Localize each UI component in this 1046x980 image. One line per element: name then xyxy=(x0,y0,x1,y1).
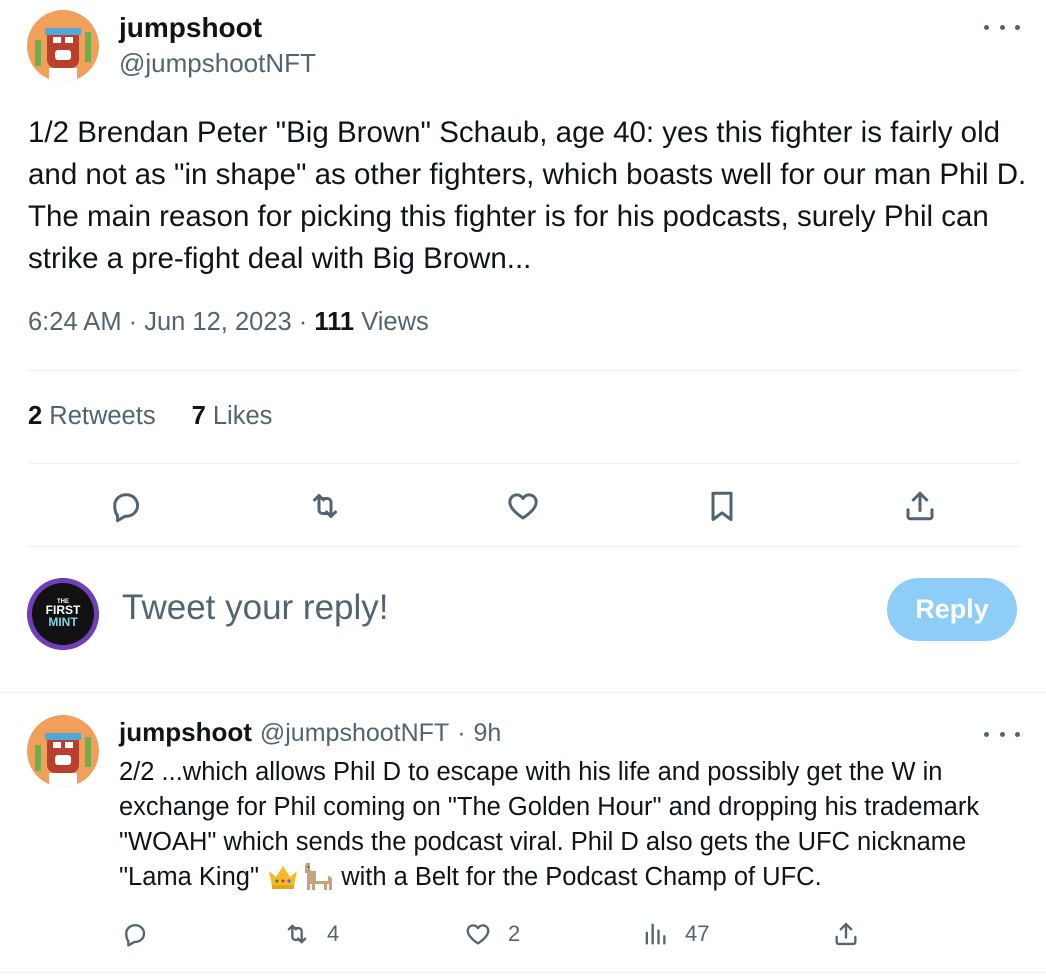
like-icon[interactable] xyxy=(503,486,543,526)
section-divider xyxy=(0,972,1046,973)
user-avatar[interactable]: THE FIRST MINT xyxy=(27,578,99,650)
reply-share-action[interactable] xyxy=(832,918,860,950)
divider xyxy=(28,370,1020,371)
reply-header: jumpshoot @jumpshootNFT · 9h xyxy=(119,717,501,748)
divider xyxy=(28,463,1020,464)
tweet-time[interactable]: 6:24 AM xyxy=(28,308,122,337)
avatar-logo-text: MINT xyxy=(48,615,78,629)
bookmark-icon[interactable] xyxy=(702,486,742,526)
reply-views-count: 47 xyxy=(685,921,710,946)
tweet-text: 1/2 Brendan Peter "Big Brown" Schaub, ag… xyxy=(28,116,1027,275)
reply-retweet-count: 4 xyxy=(327,921,340,946)
retweets-stat[interactable]: 2 Retweets xyxy=(28,402,156,431)
author-handle[interactable]: @jumpshootNFT xyxy=(119,48,316,79)
reply-text: 2/2 ...which allows Phil D to escape wit… xyxy=(119,755,1029,895)
tweet-stats: 2 Retweets 7 Likes xyxy=(28,402,272,431)
tweet-meta: 6:24 AM · Jun 12, 2023 · 111 Views xyxy=(28,308,429,337)
retweet-icon[interactable] xyxy=(305,486,345,526)
share-icon[interactable] xyxy=(900,486,940,526)
retweet-icon xyxy=(287,924,307,944)
reply-author-name[interactable]: jumpshoot xyxy=(119,717,252,748)
reply-author-handle[interactable]: @jumpshootNFT xyxy=(260,719,449,748)
reply-like-count: 2 xyxy=(508,921,521,946)
reply-text-part2: with a Belt for the Podcast Champ of UFC… xyxy=(341,863,822,891)
reply-retweet-action[interactable]: 4 xyxy=(283,918,339,950)
reply-reply-action[interactable] xyxy=(121,918,149,950)
reply-icon xyxy=(125,924,146,947)
likes-count: 7 xyxy=(191,402,206,430)
likes-stat[interactable]: 7 Likes xyxy=(192,402,273,431)
likes-label: Likes xyxy=(212,402,273,430)
reply-like-action[interactable]: 2 xyxy=(464,918,520,950)
reply-author-avatar[interactable] xyxy=(27,715,99,787)
reply-time[interactable]: 9h xyxy=(474,719,502,748)
author-name[interactable]: jumpshoot xyxy=(119,12,262,44)
more-options-icon[interactable] xyxy=(984,724,1020,744)
retweets-label: Retweets xyxy=(49,402,156,430)
reply-button[interactable]: Reply xyxy=(887,578,1017,641)
section-divider xyxy=(0,692,1046,693)
share-icon xyxy=(835,922,857,946)
views-label: Views xyxy=(361,308,429,336)
reply-views-action[interactable]: 47 xyxy=(641,918,709,950)
tweet-date[interactable]: Jun 12, 2023 xyxy=(144,308,291,337)
more-options-icon[interactable] xyxy=(984,17,1020,37)
views-count: 111 xyxy=(314,308,355,336)
author-avatar[interactable] xyxy=(27,10,99,82)
reply-input[interactable]: Tweet your reply! xyxy=(122,588,389,628)
llama-icon xyxy=(305,863,333,890)
views-icon xyxy=(645,923,666,945)
reply-separator: · xyxy=(457,719,466,747)
retweets-count: 2 xyxy=(28,402,43,430)
like-icon xyxy=(466,924,490,945)
crown-icon xyxy=(269,866,298,889)
reply-icon[interactable] xyxy=(106,486,146,526)
divider xyxy=(28,546,1020,547)
